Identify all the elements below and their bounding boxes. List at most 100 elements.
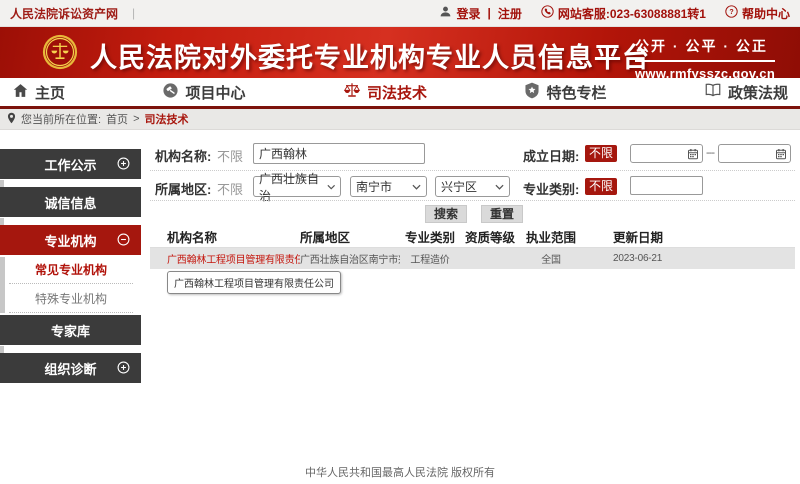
date-range-separator: --- [706,147,714,159]
org-name-link[interactable]: 广西翰林工程项目管理有限责任... [167,251,300,266]
sidebar-notch [0,180,4,187]
nav-item-judicial-tech[interactable]: 司法技术 [343,81,427,103]
nav-label: 主页 [35,82,65,103]
reset-button[interactable]: 重置 [481,205,523,223]
chevron-down-icon [412,184,421,190]
founded-date-end-input[interactable] [718,144,791,163]
province-select[interactable]: 广西壮族自治 [253,176,341,197]
col-header-updated: 更新日期 [582,227,795,246]
form-divider [150,170,795,171]
chevron-down-icon [327,184,335,190]
province-value: 广西壮族自治 [259,170,327,204]
district-select[interactable]: 兴宁区 [435,176,510,197]
sidebar-item-professional-orgs[interactable]: 专业机构 [0,225,141,255]
nav-label: 项目中心 [185,82,245,103]
site-banner: 人民法院对外委托专业机构专业人员信息平台 公开 · 公平 · 公正 www.rm… [0,27,800,78]
location-pin-icon [7,112,16,127]
help-question-icon: ? [725,5,738,21]
user-icon [439,5,452,21]
table-row: 广西翰林工程项目管理有限责任... 广西壮族自治区南宁市兴宁区 工程造价 全国 … [150,248,795,269]
help-center-link[interactable]: 帮助中心 [742,5,790,22]
phone-icon [541,5,554,21]
category-unlimited-button[interactable]: 不限 [585,178,617,195]
topbar-divider: | [132,6,135,20]
founded-date-start-input[interactable] [630,144,703,163]
hotline-text: 网站客服:023-63088881转1 [558,5,706,22]
sidebar-notch [0,346,4,353]
website-url: www.rmfysszc.gov.cn [635,66,775,81]
slogan-text: 公开 · 公平 · 公正 [635,36,775,62]
category-label: 专业类别: [523,179,579,198]
sidebar-item-org-diagnosis[interactable]: 组织诊断 [0,353,141,383]
org-name-unlimited[interactable]: 不限 [217,146,243,165]
district-value: 兴宁区 [441,178,477,195]
plus-circle-icon [117,157,130,173]
nav-label: 特色专栏 [546,82,606,103]
submenu-item-common-orgs[interactable]: 常见专业机构 [9,255,133,284]
city-value: 南宁市 [356,178,392,195]
login-link[interactable]: 登录 [457,5,481,22]
main-nav: 主页 项目中心 司法技术 特色专栏 政策法规 [0,78,800,109]
nav-label: 政策法规 [728,82,788,103]
org-name-label: 机构名称: [155,146,211,165]
nav-item-special-column[interactable]: 特色专栏 [524,82,606,103]
register-link[interactable]: 注册 [498,5,522,22]
col-header-org-name: 机构名称 [167,227,300,246]
book-icon [704,82,722,102]
cell-updated: 2023-06-21 [582,253,795,264]
sidebar-notch [0,218,4,225]
region-label: 所属地区: [155,179,211,198]
site-name-link[interactable]: 人民法院诉讼资产网 [10,5,118,22]
shield-star-icon [524,82,540,103]
sidebar-item-work-publicity[interactable]: 工作公示 [0,149,141,179]
search-panel: 机构名称: 不限 成立日期: 不限 --- 所属地区: 不限 广西壮族自治 南宁… [150,137,795,447]
cell-region: 广西壮族自治区南宁市兴宁区 [300,251,400,266]
breadcrumb-current: 司法技术 [145,111,189,127]
category-input[interactable] [630,176,703,195]
nav-item-policy[interactable]: 政策法规 [704,82,788,103]
scales-icon [343,81,361,103]
page: 人民法院诉讼资产网 | 登录 | 注册 网站客服:023-63088881转1 … [0,0,800,484]
nav-item-project-center[interactable]: 项目中心 [162,82,245,103]
col-header-category: 专业类别 [400,227,460,246]
svg-text:?: ? [729,9,733,16]
cell-category: 工程造价 [400,251,460,266]
minus-circle-icon [117,233,130,249]
sidebar-item-integrity-info[interactable]: 诚信信息 [0,187,141,217]
content-area: 工作公示 诚信信息 专业机构 常见专业机构 特殊专业机构 专家库 组织诊断 机构… [0,130,800,452]
city-select[interactable]: 南宁市 [350,176,427,197]
calendar-icon [775,148,787,160]
home-icon [12,82,29,103]
breadcrumb-home[interactable]: 首页 [106,111,128,127]
breadcrumb-separator: > [133,113,139,125]
search-button[interactable]: 搜索 [425,205,467,223]
sidebar-item-label: 诚信信息 [44,193,96,212]
nav-label: 司法技术 [367,82,427,103]
plus-circle-icon [117,361,130,377]
chevron-down-icon [495,184,504,190]
org-name-tooltip: 广西翰林工程项目管理有限责任公司 [167,271,341,294]
cell-scope: 全国 [520,251,582,266]
founded-unlimited-button[interactable]: 不限 [585,145,617,162]
top-utility-bar: 人民法院诉讼资产网 | 登录 | 注册 网站客服:023-63088881转1 … [0,0,800,27]
calendar-icon [687,148,699,160]
nav-item-home[interactable]: 主页 [12,82,65,103]
founded-date-label: 成立日期: [523,146,579,165]
court-emblem-logo [42,34,78,75]
sidebar-item-label: 组织诊断 [44,359,96,378]
submenu-item-special-orgs[interactable]: 特殊专业机构 [9,284,133,313]
form-divider [150,200,795,201]
sidebar-item-label: 专家库 [51,321,90,340]
table-header: 机构名称 所属地区 专业类别 资质等级 执业范围 更新日期 [150,225,795,248]
col-header-region: 所属地区 [300,227,400,246]
sidebar-item-expert-library[interactable]: 专家库 [0,315,141,345]
breadcrumb-prefix: 您当前所在位置: [21,111,101,127]
col-header-grade: 资质等级 [460,227,520,246]
org-name-input[interactable] [253,143,425,164]
region-unlimited[interactable]: 不限 [217,179,243,198]
col-header-scope: 执业范围 [520,227,582,246]
platform-title: 人民法院对外委托专业机构专业人员信息平台 [90,36,650,75]
login-register-divider: | [488,6,491,20]
sidebar-item-label: 工作公示 [44,155,96,174]
sidebar-item-label: 专业机构 [44,231,96,250]
